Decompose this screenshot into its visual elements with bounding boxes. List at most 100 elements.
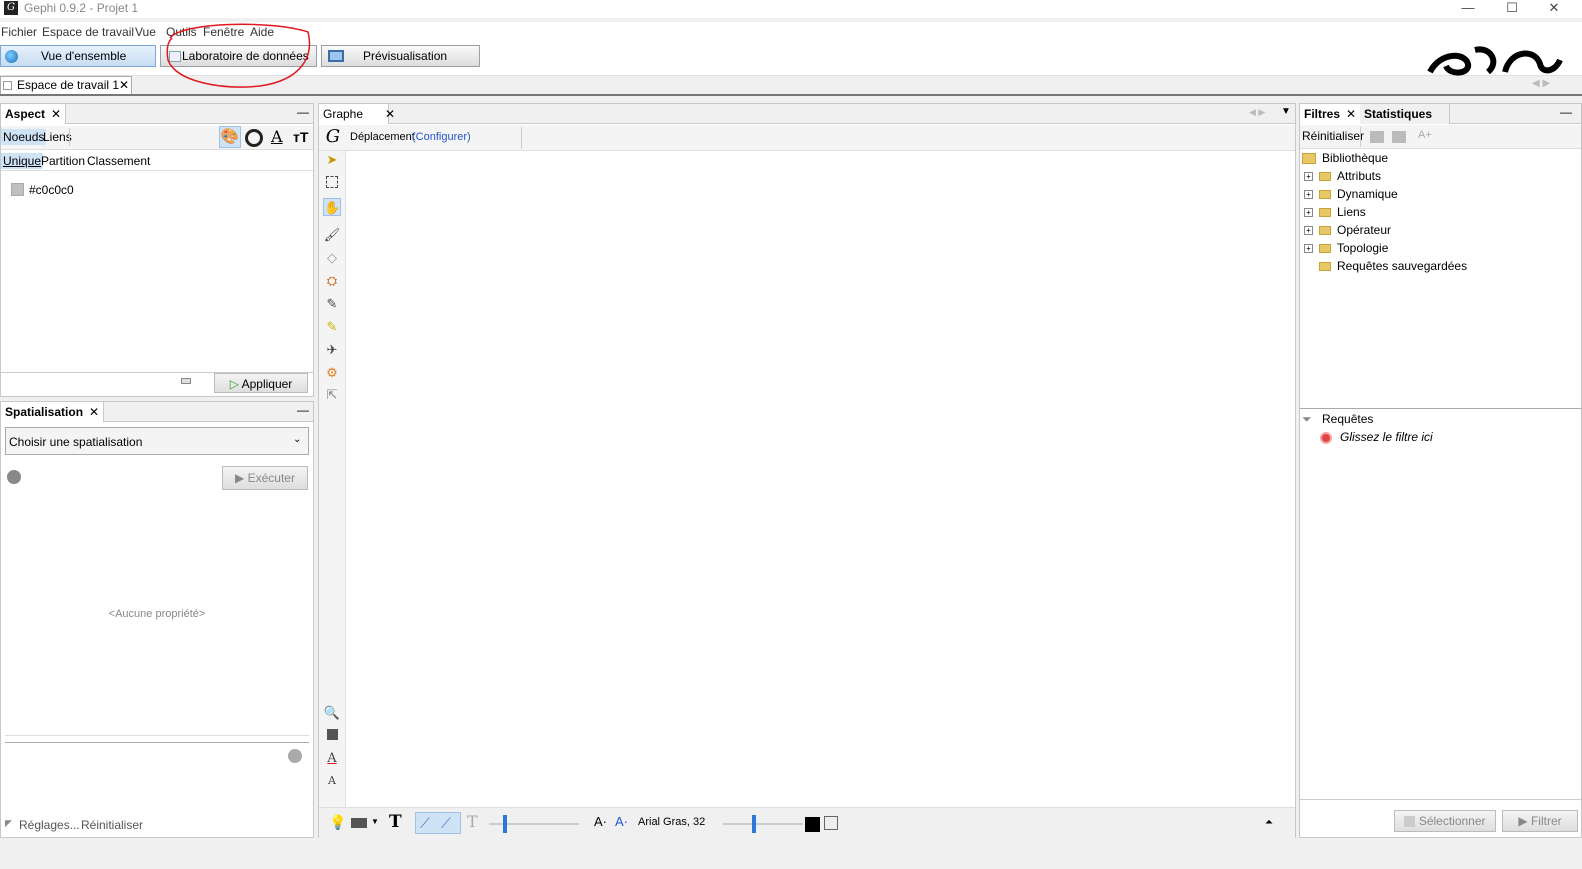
graph-menu-icon[interactable]: ▼ [1281,106,1291,117]
layout-select[interactable]: Choisir une spatialisation ⌄ [5,427,309,455]
apply-button[interactable]: ▷ Appliquer [214,373,308,393]
menu-file[interactable]: Fichier [1,25,37,39]
tab-partition[interactable]: Partition [41,154,85,168]
layout-properties: <Aucune propriété> [5,496,309,736]
screenshot-icon[interactable] [351,818,367,828]
menu-workspace[interactable]: Espace de travail [42,25,134,39]
expand-up-icon[interactable]: ⏶ [1265,817,1273,828]
palette-icon[interactable]: 🎨 [219,126,241,148]
library-item-attributes[interactable]: + Attributs [1304,167,1381,185]
filter-button[interactable]: ▶ Filtrer [1502,810,1578,832]
expand-icon[interactable]: + [1304,172,1313,182]
workspace-tab[interactable]: Espace de travail 1 ✕ [0,76,132,95]
save-icon[interactable] [1392,131,1406,143]
configure-link[interactable]: (Configurer) [412,131,471,143]
workspace-tab-close[interactable]: ✕ [119,77,129,94]
preview-button[interactable]: Prévisualisation [321,45,480,67]
pointer-icon[interactable]: ➤ [323,151,341,169]
workspace-nav-icon[interactable]: ◀ ▶ [1532,78,1550,89]
folder-icon [1319,190,1331,200]
font-a-icon[interactable]: A [323,772,341,790]
tab-layout[interactable]: Spatialisation ✕ [1,402,105,422]
help-icon[interactable] [288,749,302,763]
library-item-edges[interactable]: + Liens [1304,203,1366,221]
tab-statistics[interactable]: Statistiques [1360,104,1450,124]
reset-layout-link[interactable]: Réinitialiser [81,818,143,832]
clipboard-icon[interactable] [824,816,838,830]
gear-icon[interactable]: ⚙ [323,364,341,382]
tab-ranking[interactable]: Classement [87,154,150,168]
library-item-operator[interactable]: + Opérateur [1304,221,1391,239]
filters-close-icon[interactable]: ✕ [1346,107,1356,121]
expand-icon[interactable]: + [1304,226,1313,236]
library-item-dynamic[interactable]: + Dynamique [1304,185,1398,203]
library-item-saved-queries[interactable]: Requêtes sauvegardées [1304,257,1467,275]
size-icon[interactable] [245,129,263,147]
run-button[interactable]: ▶ Exécuter [222,466,308,490]
graph-nav-icon[interactable]: ◀ ▶ [1249,107,1265,118]
tab-edges[interactable]: Liens [43,130,72,144]
aspect-mode-bar: Unique Partition Classement [1,151,313,171]
filters-reset-button[interactable]: Réinitialiser [1302,129,1364,143]
zoom-icon[interactable]: 🔍 [323,704,341,722]
text-toggle-icon[interactable]: T [389,812,402,832]
edge-toggle-buttons[interactable]: ⟋ ⟋ [415,812,461,834]
drop-zone[interactable]: Glissez le filtre ici [1320,428,1433,446]
minimize-button[interactable]: — [1450,0,1486,18]
overview-button[interactable]: Vue d'ensemble [0,45,156,67]
label-font-icon[interactable]: T [467,812,478,831]
font-label[interactable]: Arial Gras, 32 [638,816,705,828]
tab-aspect[interactable]: Aspect ✕ [1,104,67,124]
font-color-icon[interactable]: A· [615,814,628,829]
scale-slider-thumb[interactable] [752,815,756,833]
edge-pencil-icon[interactable]: ✎ [323,318,341,336]
label-color-icon[interactable]: A [271,127,283,146]
paint-icon[interactable]: ⛭ [323,272,341,290]
maximize-button[interactable]: ☐ [1494,0,1530,18]
export-icon[interactable] [1370,131,1384,143]
drag-hand-icon[interactable]: ✋ [323,198,341,216]
library-item-label: Attributs [1337,169,1382,183]
library-item-topology[interactable]: + Topologie [1304,239,1388,257]
pencil-icon[interactable]: ✎ [323,295,341,313]
expand-icon[interactable]: + [1304,190,1313,200]
auto-refresh-icon[interactable]: A+ [1418,129,1432,141]
tab-nodes[interactable]: Noeuds [1,129,47,145]
background-square-icon[interactable] [323,727,341,745]
layout-minimize-button[interactable]: — [297,403,309,417]
filters-split-divider[interactable] [1300,408,1581,409]
aspect-panel: Aspect ✕ — Noeuds Liens 🎨 A ᴛT Unique Par… [0,103,314,397]
rectangle-select-icon[interactable] [323,175,341,193]
label-size-slider-thumb[interactable] [503,815,507,833]
aspect-close-icon[interactable]: ✕ [51,107,61,121]
brush-icon[interactable]: 🖌 [323,226,341,244]
expand-icon[interactable]: + [1304,244,1313,254]
library-root[interactable]: Bibliothèque [1302,149,1388,167]
tab-graph[interactable]: Graphe ✕ [319,104,395,124]
font-color-a-icon[interactable]: A [323,750,341,768]
font-size-icon[interactable]: A· [594,814,607,829]
aspect-minimize-button[interactable]: — [297,105,309,119]
graph-close-icon[interactable]: ✕ [385,107,395,121]
tab-filters[interactable]: Filtres ✕ [1300,104,1362,124]
settings-link[interactable]: Réglages... [19,818,80,832]
chevron-down-icon[interactable]: ▼ [371,817,379,826]
lightbulb-icon[interactable]: 💡 [329,814,346,831]
menu-view[interactable]: Vue [135,25,156,39]
diamond-icon[interactable]: ◇ [323,249,341,267]
graph-canvas[interactable] [347,152,1293,807]
label-size-icon[interactable]: ᴛT [293,129,308,145]
pointer-help-icon[interactable]: ⇱ [323,386,341,404]
close-button[interactable]: ✕ [1536,0,1572,18]
main-toolbar: Vue d'ensemble Laboratoire de données Pr… [0,23,1582,88]
gephi-brand-logo [1420,42,1570,76]
select-button[interactable]: Sélectionner [1394,810,1496,832]
airplane-icon[interactable]: ✈ [323,341,341,359]
color-swatch[interactable] [11,183,24,196]
tab-unique[interactable]: Unique [1,153,44,169]
info-icon[interactable] [7,470,21,484]
expand-icon[interactable]: + [1304,208,1313,218]
background-color-swatch[interactable] [805,817,820,832]
layout-close-icon[interactable]: ✕ [89,405,99,419]
filters-minimize-button[interactable]: — [1560,105,1572,119]
